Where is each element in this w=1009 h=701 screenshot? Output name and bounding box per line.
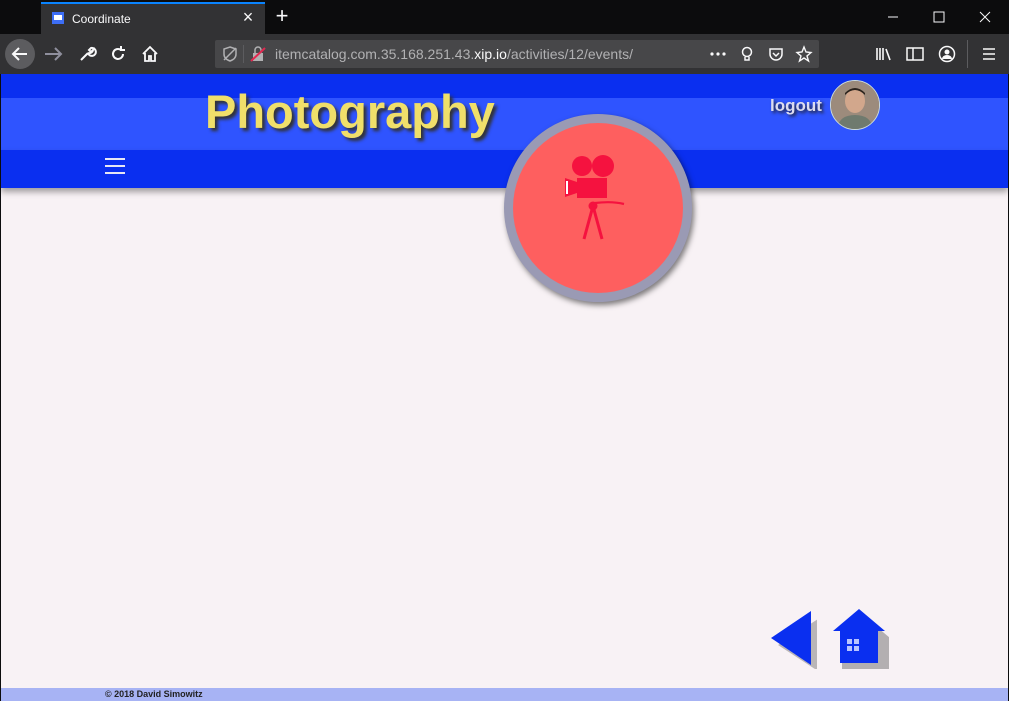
tab-strip: Coordinate × + <box>0 0 1009 34</box>
new-tab-button[interactable]: + <box>271 5 293 27</box>
navigation-toolbar: itemcatalog.com.35.168.251.43.xip.io/act… <box>0 34 1009 74</box>
url-bar[interactable]: itemcatalog.com.35.168.251.43.xip.io/act… <box>215 40 819 68</box>
insecure-lock-icon[interactable] <box>249 45 267 63</box>
pocket-icon[interactable] <box>767 45 785 63</box>
menu-toggle-icon[interactable] <box>105 158 125 176</box>
page-footer: © 2018 David Simowitz <box>1 688 1008 701</box>
back-arrow-icon <box>11 47 27 61</box>
page-title: Photography <box>205 85 495 138</box>
movie-camera-icon <box>565 155 625 240</box>
sidebar-icon[interactable] <box>905 44 925 64</box>
home-icon[interactable] <box>140 44 160 64</box>
lightbulb-icon[interactable] <box>738 45 756 63</box>
url-prefix: itemcatalog.com.35.168.251.43. <box>275 46 475 62</box>
url-text: itemcatalog.com.35.168.251.43.xip.io/act… <box>275 46 633 62</box>
url-path: /activities/12/events/ <box>506 46 633 62</box>
library-icon[interactable] <box>874 44 894 64</box>
account-icon[interactable] <box>937 44 957 64</box>
home-nav-button[interactable] <box>833 609 889 669</box>
close-tab-icon[interactable]: × <box>239 8 257 26</box>
bookmark-star-icon[interactable] <box>795 45 813 63</box>
tab-title: Coordinate <box>72 12 131 26</box>
logout-link[interactable]: logout <box>770 96 822 116</box>
user-photo-icon <box>831 81 879 129</box>
activity-badge <box>504 114 692 302</box>
wrench-icon[interactable] <box>77 44 97 64</box>
site-favicon-icon <box>52 12 64 24</box>
url-host: xip.io <box>474 46 507 62</box>
back-nav-button[interactable] <box>771 611 817 669</box>
tracking-protection-icon[interactable] <box>221 45 239 63</box>
forward-arrow-icon[interactable] <box>42 44 64 64</box>
copyright-text: © 2018 David Simowitz <box>105 689 203 699</box>
back-button[interactable] <box>5 39 35 69</box>
url-divider <box>243 45 244 63</box>
minimize-window-icon[interactable] <box>870 5 916 29</box>
page-viewport: Photography logout © 2018 David Simowitz <box>1 74 1008 701</box>
reload-icon[interactable] <box>108 44 128 64</box>
browser-tab[interactable]: Coordinate × <box>41 2 265 34</box>
maximize-window-icon[interactable] <box>916 5 962 29</box>
avatar[interactable] <box>830 80 880 130</box>
close-window-icon[interactable] <box>962 5 1008 29</box>
activity-badge-inner <box>513 123 683 293</box>
header-nav-band <box>1 150 1008 188</box>
page-actions-icon[interactable] <box>709 45 727 63</box>
hamburger-menu-icon[interactable] <box>979 44 999 64</box>
toolbar-separator <box>967 40 968 68</box>
